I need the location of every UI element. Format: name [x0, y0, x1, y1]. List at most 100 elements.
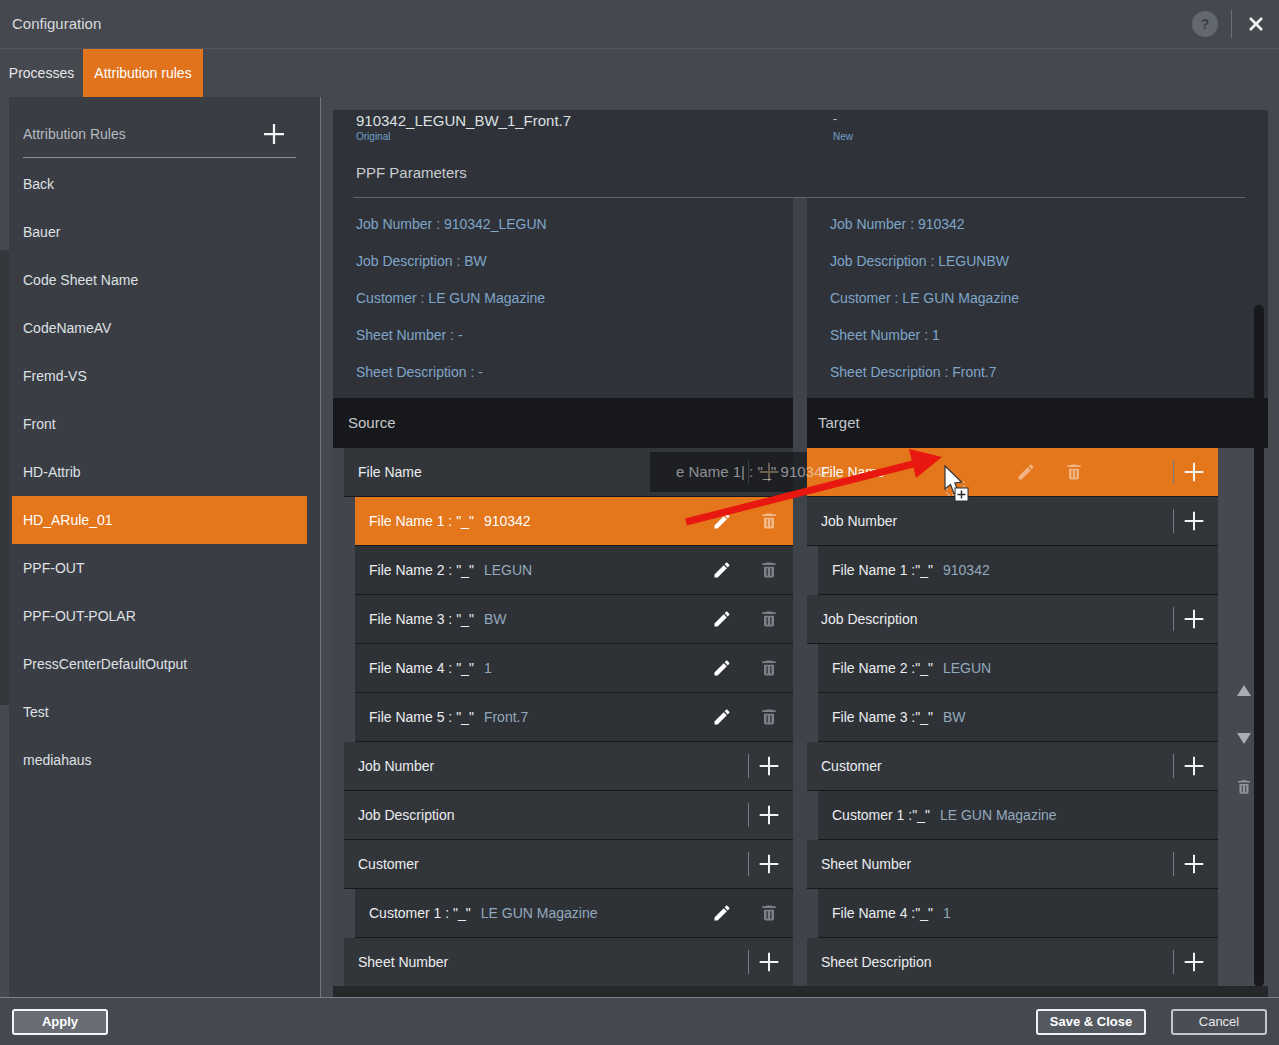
mapping-row-file-name-5[interactable]: File Name 5 : "_"Front.7: [355, 693, 793, 741]
mapping-row-customer-1[interactable]: Customer 1 : "_"LE GUN Magazine: [355, 889, 793, 937]
footer-bar: Apply Save & Close Cancel: [0, 998, 1279, 1045]
group-row-job-number[interactable]: Job Number: [344, 742, 793, 790]
add-icon[interactable]: [755, 752, 785, 780]
mapping-row-file-name-4[interactable]: File Name 4 : "_"1: [355, 644, 793, 692]
save-close-button[interactable]: Save & Close: [1036, 1009, 1146, 1035]
separator: [1173, 852, 1174, 876]
new-file-name: -: [833, 112, 837, 126]
tab-attribution-rules[interactable]: Attribution rules: [83, 49, 203, 97]
delete-icon[interactable]: [759, 609, 779, 629]
row-label: Customer 1 :"_": [832, 807, 930, 823]
sidebar-item-test[interactable]: Test: [12, 688, 307, 736]
group-row-job-number[interactable]: Job Number: [807, 497, 1218, 545]
row-text: File Name 4 : "_"1: [369, 644, 492, 692]
section-title: PPF Parameters: [356, 164, 467, 181]
group-row-sheet-description[interactable]: Sheet Description: [807, 938, 1218, 986]
row-label: File Name 5 : "_": [369, 709, 474, 725]
delete-icon[interactable]: [759, 658, 779, 678]
group-row-sheet-number[interactable]: Sheet Number: [344, 938, 793, 986]
sidebar-item-hd-arule-01[interactable]: HD_ARule_01: [12, 496, 307, 544]
group-row-customer[interactable]: Customer: [344, 840, 793, 888]
edit-icon[interactable]: [712, 609, 732, 629]
cancel-button[interactable]: Cancel: [1171, 1009, 1267, 1035]
row-label: Customer 1 : "_": [369, 905, 471, 921]
separator: [748, 754, 749, 778]
add-icon[interactable]: [1180, 605, 1210, 633]
sidebar-scrollbar-thumb[interactable]: [0, 250, 9, 705]
mapping-row-file-name-1[interactable]: File Name 1 :"_"910342: [818, 546, 1218, 594]
edit-icon[interactable]: [712, 903, 732, 923]
mapping-row-file-name-3[interactable]: File Name 3 :"_"BW: [818, 693, 1218, 741]
edit-icon[interactable]: [712, 511, 732, 531]
sidebar-item-bauer[interactable]: Bauer: [12, 208, 307, 256]
row-text: Sheet Number: [358, 938, 448, 986]
mapping-row-file-name-3[interactable]: File Name 3 : "_" BW: [355, 595, 793, 643]
add-icon[interactable]: [755, 801, 785, 829]
target-title: Target: [818, 398, 860, 448]
scrollbar-thumb[interactable]: [1254, 305, 1264, 987]
delete-icon[interactable]: [759, 511, 779, 531]
sidebar-item-codenameav[interactable]: CodeNameAV: [12, 304, 307, 352]
row-label: File Name 1 :"_": [832, 562, 933, 578]
group-row-sheet-number[interactable]: Sheet Number: [807, 840, 1218, 888]
row-label: File Name: [358, 464, 422, 480]
sidebar-item-code-sheet-name[interactable]: Code Sheet Name: [12, 256, 307, 304]
sidebar-item-mediahaus[interactable]: mediahaus: [12, 736, 307, 784]
edit-icon[interactable]: [712, 658, 732, 678]
close-icon[interactable]: [1246, 14, 1266, 34]
row-text: Job Description: [358, 791, 455, 839]
row-label: File Name 3 : "_": [369, 611, 474, 627]
group-row-customer[interactable]: Customer: [807, 742, 1218, 790]
edit-icon[interactable]: [1016, 462, 1036, 482]
source-title: Source: [348, 398, 396, 448]
group-row-job-description[interactable]: Job Description: [344, 791, 793, 839]
group-row-file-name[interactable]: File Name: [807, 448, 1218, 496]
mapping-row-file-name-2[interactable]: File Name 2 :"_"LEGUN: [818, 644, 1218, 692]
delete-icon[interactable]: [1235, 778, 1253, 796]
source-list: File NameFile Name 1 : "_"910342File Nam…: [333, 448, 793, 987]
row-label: Sheet Number: [358, 954, 448, 970]
add-rule-icon[interactable]: [259, 119, 289, 149]
row-value: BW: [484, 611, 507, 627]
row-label: File Name 4 : "_": [369, 660, 474, 676]
add-icon[interactable]: [1180, 507, 1210, 535]
mapping-row-file-name-1[interactable]: File Name 1 : "_"910342: [355, 497, 793, 545]
group-row-job-description[interactable]: Job Description: [807, 595, 1218, 643]
mapping-row-file-name-4[interactable]: File Name 4 :"_" 1: [818, 889, 1218, 937]
add-icon[interactable]: [1180, 458, 1210, 486]
sidebar-item-ppf-out[interactable]: PPF-OUT: [12, 544, 307, 592]
delete-icon[interactable]: [759, 560, 779, 580]
column-gutter: [793, 198, 807, 997]
edit-icon[interactable]: [712, 560, 732, 580]
apply-button[interactable]: Apply: [12, 1009, 108, 1035]
delete-icon[interactable]: [1064, 462, 1084, 482]
delete-icon[interactable]: [759, 707, 779, 727]
row-text: File Name 1 :"_"910342: [832, 546, 990, 594]
add-icon[interactable]: [1180, 850, 1210, 878]
sidebar-item-front[interactable]: Front: [12, 400, 307, 448]
move-down-icon[interactable]: [1237, 733, 1251, 744]
param-job-number: Job Number : 910342: [830, 216, 965, 236]
sidebar-item-presscenterdefaultoutput[interactable]: PressCenterDefaultOutput: [12, 640, 307, 688]
add-icon[interactable]: [755, 850, 785, 878]
sidebar: Attribution Rules BackBauerCode Sheet Na…: [9, 97, 320, 997]
row-label: File Name 4 :"_": [832, 905, 933, 921]
row-label: Job Number: [358, 758, 434, 774]
edit-icon[interactable]: [712, 707, 732, 727]
sidebar-item-back[interactable]: Back: [12, 160, 307, 208]
mapping-row-customer-1[interactable]: Customer 1 :"_" LE GUN Magazine: [818, 791, 1218, 839]
help-icon[interactable]: ?: [1192, 11, 1218, 37]
row-value: LE GUN Magazine: [940, 807, 1057, 823]
mapping-row-file-name-2[interactable]: File Name 2 : "_"LEGUN: [355, 546, 793, 594]
sidebar-item-ppf-out-polar[interactable]: PPF-OUT-POLAR: [12, 592, 307, 640]
sidebar-item-hd-attrib[interactable]: HD-Attrib: [12, 448, 307, 496]
move-up-icon[interactable]: [1237, 685, 1251, 696]
add-icon[interactable]: [755, 948, 785, 976]
row-value: 1: [943, 905, 951, 921]
add-icon[interactable]: [1180, 948, 1210, 976]
tab-processes[interactable]: Processes: [0, 49, 83, 97]
delete-icon[interactable]: [759, 903, 779, 923]
sidebar-item-fremd-vs[interactable]: Fremd-VS: [12, 352, 307, 400]
add-icon[interactable]: [1180, 752, 1210, 780]
separator: [748, 852, 749, 876]
